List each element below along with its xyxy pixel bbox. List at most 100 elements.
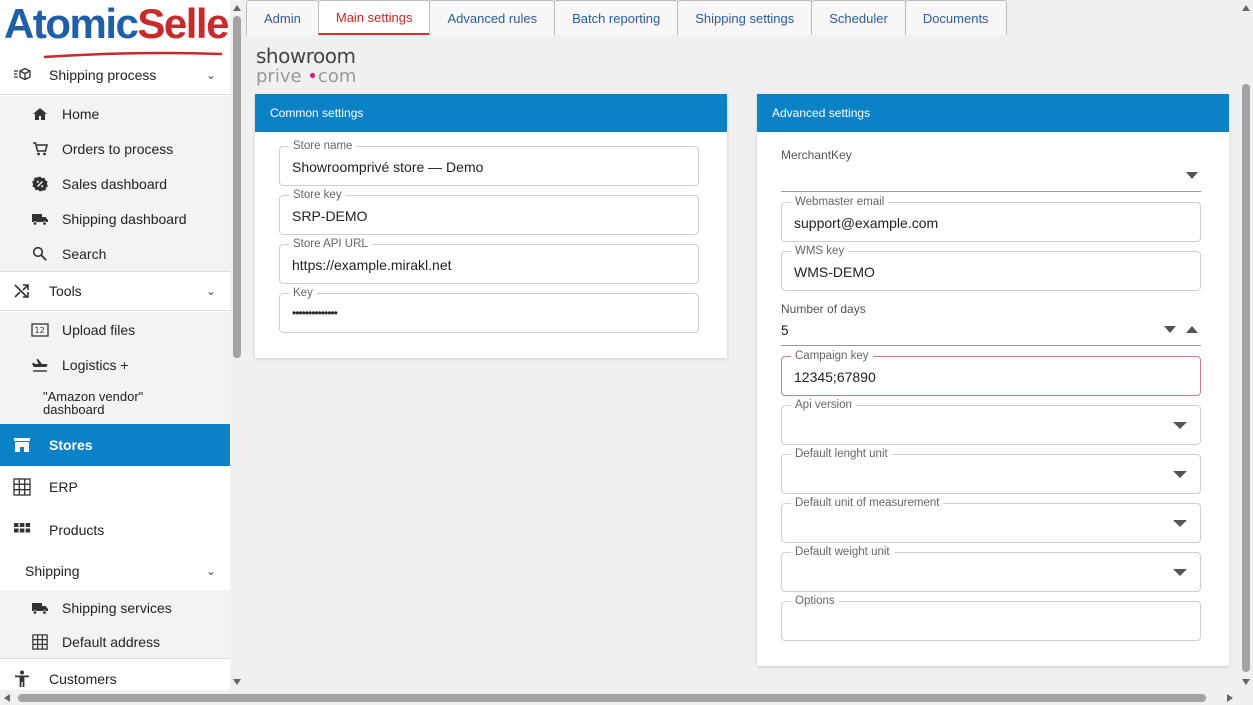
chevron-down-icon: ⌄ (205, 564, 216, 578)
sidebar-scrollbar[interactable] (230, 0, 244, 690)
sidebar-item-label: Products (49, 522, 105, 538)
sidebar-item-logistics[interactable]: Logistics + (0, 347, 230, 382)
api-version-label: Api version (791, 399, 856, 412)
webmaster-email-label: Webmaster email (791, 196, 889, 209)
menu-shipping-process[interactable]: Shipping process ⌄ (0, 56, 230, 94)
store-logo-line1: showroom (256, 44, 356, 68)
divider (0, 658, 230, 659)
caret-down-icon[interactable] (1186, 172, 1198, 179)
tab-shipping-settings[interactable]: Shipping settings (677, 0, 813, 35)
atomicseller-logo[interactable]: AtomicSeller (0, 0, 230, 59)
accessibility-icon (13, 670, 31, 688)
sidebar-item-shipping-dashboard[interactable]: Shipping dashboard (0, 201, 230, 236)
default-unit-measurement-select[interactable]: Default unit of measurement (781, 497, 1201, 543)
truck-icon (31, 599, 49, 617)
scrollbar-thumb[interactable] (233, 16, 241, 358)
sidebar-item-upload-files[interactable]: 12 Upload files (0, 312, 230, 347)
scroll-left-icon[interactable] (4, 694, 10, 702)
truck-fast-icon (31, 210, 49, 228)
horizontal-scrollbar[interactable] (0, 690, 1253, 705)
sidebar-item-label: ERP (49, 479, 78, 495)
store-logo-line2: prive •com (256, 67, 356, 87)
apps-icon (13, 521, 31, 539)
sidebar-item-orders-to-process[interactable]: Orders to process (0, 131, 230, 166)
sidebar-item-label: Shipping services (62, 599, 172, 616)
store-api-url-value[interactable]: https://example.mirakl.net (292, 257, 672, 273)
scrollbar-thumb[interactable] (1242, 84, 1250, 672)
menu-tools[interactable]: Tools ⌄ (0, 272, 230, 310)
default-weight-unit-select[interactable]: Default weight unit (781, 546, 1201, 592)
scroll-right-icon[interactable] (1227, 694, 1233, 702)
default-length-unit-select[interactable]: Default lenght unit (781, 448, 1201, 494)
store-api-url-field[interactable]: Store API URL https://example.mirakl.net (279, 238, 699, 284)
caret-down-icon[interactable] (1173, 569, 1187, 576)
webmaster-email-value[interactable]: support@example.com (794, 215, 1174, 231)
tab-advanced-rules[interactable]: Advanced rules (429, 0, 556, 35)
wms-key-value[interactable]: WMS-DEMO (794, 264, 1174, 280)
sidebar-item-products[interactable]: Products (0, 508, 230, 552)
sidebar-item-shipping-services[interactable]: Shipping services (0, 590, 230, 625)
sidebar-item-label: Sales dashboard (62, 175, 168, 192)
advanced-settings-panel: Advanced settings MerchantKey Webmaster … (757, 94, 1229, 666)
settings-tabs: Admin Main settings Advanced rules Batch… (246, 0, 1007, 36)
merchant-key-select[interactable]: MerchantKey (781, 148, 1201, 192)
sidebar-item-customers[interactable]: Customers (0, 660, 230, 690)
sidebar-item-label: Stores (49, 437, 93, 453)
sidebar-item-label: Customers (49, 671, 117, 687)
store-api-url-label: Store API URL (289, 238, 372, 251)
caret-down-icon[interactable] (1173, 471, 1187, 478)
caret-down-icon[interactable] (1173, 520, 1187, 527)
campaign-key-value[interactable]: 12345;67890 (794, 369, 1174, 385)
sidebar-item-home[interactable]: Home (0, 96, 230, 131)
chevron-down-icon: ⌄ (205, 68, 216, 82)
options-field[interactable]: Options (781, 595, 1201, 641)
wms-key-field[interactable]: WMS key WMS-DEMO (781, 245, 1201, 291)
page-scrollbar[interactable] (1239, 0, 1253, 690)
sidebar-item-amazon-vendor-dashboard[interactable]: "Amazon vendor" dashboard (0, 382, 230, 424)
scroll-down-icon[interactable] (1242, 679, 1250, 685)
scroll-up-icon[interactable] (1242, 5, 1250, 11)
sidebar-item-sales-dashboard[interactable]: Sales dashboard (0, 166, 230, 201)
campaign-key-field[interactable]: Campaign key 12345;67890 (781, 350, 1201, 396)
tab-batch-reporting[interactable]: Batch reporting (554, 0, 679, 35)
sidebar-item-erp[interactable]: ERP (0, 466, 230, 508)
store-key-field[interactable]: Store key SRP-DEMO (279, 189, 699, 235)
svg-text:12: 12 (35, 326, 45, 335)
tab-documents[interactable]: Documents (904, 0, 1007, 35)
sidebar-item-label: Default address (62, 633, 161, 650)
brand-name: AtomicSeller (4, 2, 230, 46)
decrement-icon[interactable] (1164, 326, 1176, 333)
sidebar-item-label: Upload files (62, 321, 136, 338)
store-name-field[interactable]: Store name Showroomprivé store — Demo (279, 140, 699, 186)
sidebar-item-stores[interactable]: Stores (0, 424, 230, 466)
store-name-value[interactable]: Showroomprivé store — Demo (292, 159, 672, 175)
scroll-down-icon[interactable] (233, 679, 241, 685)
api-version-select[interactable]: Api version (781, 399, 1201, 445)
number-of-days-value[interactable]: 5 (781, 323, 789, 338)
increment-icon[interactable] (1186, 326, 1198, 333)
home-icon (31, 105, 49, 123)
webmaster-email-field[interactable]: Webmaster email support@example.com (781, 196, 1201, 242)
scroll-up-icon[interactable] (233, 5, 241, 11)
tab-main-settings[interactable]: Main settings (317, 0, 431, 35)
scrollbar-thumb[interactable] (18, 694, 1206, 702)
menu-shipping-process-label: Shipping process (49, 67, 157, 83)
brand-part1: Atomic (4, 0, 139, 47)
grid-icon (13, 478, 31, 496)
tab-admin[interactable]: Admin (246, 0, 319, 35)
sidebar-item-search[interactable]: Search (0, 236, 230, 271)
store-logo-line2b: com (317, 66, 357, 87)
sidebar-item-label: "Amazon vendor" dashboard (43, 389, 144, 417)
wms-key-label: WMS key (791, 245, 849, 258)
menu-shipping[interactable]: Shipping ⌄ (0, 552, 230, 590)
store-logo: showroom prive •com (256, 45, 356, 87)
key-value[interactable]: •••••••••••••• (292, 306, 672, 320)
sidebar-item-default-address[interactable]: Default address (0, 625, 230, 658)
tab-scheduler[interactable]: Scheduler (811, 0, 906, 35)
key-field[interactable]: Key •••••••••••••• (279, 287, 699, 333)
number-of-days-stepper[interactable]: Number of days 5 (781, 302, 1201, 346)
caret-down-icon[interactable] (1173, 422, 1187, 429)
store-key-value[interactable]: SRP-DEMO (292, 208, 672, 224)
store-name-label: Store name (289, 140, 357, 153)
key-label: Key (289, 287, 317, 300)
